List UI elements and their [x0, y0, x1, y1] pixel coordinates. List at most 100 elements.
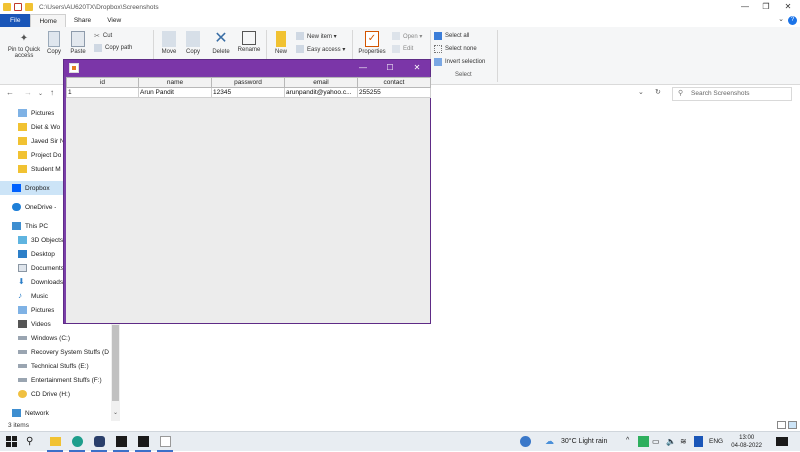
forward-arrow-icon[interactable]: → [24, 88, 32, 97]
weather-text[interactable]: 30°C Light rain [561, 438, 607, 445]
copy-to-button[interactable]: Copy [182, 31, 204, 55]
java-app-taskbar-icon[interactable] [160, 436, 171, 447]
copy-button[interactable]: Copy [45, 31, 63, 55]
new-folder-quick-icon[interactable] [25, 3, 33, 11]
nav-item-music[interactable]: ♪ Music [0, 289, 48, 303]
copy-path-button[interactable]: Copy path [94, 44, 132, 52]
search-input[interactable]: ⚲ Search Screenshots [672, 87, 792, 101]
open-button[interactable]: Open ▾ [392, 32, 422, 40]
terminal-2-taskbar-icon[interactable] [138, 436, 149, 447]
java-close-button[interactable]: ✕ [404, 60, 430, 76]
properties-button[interactable]: ✓ Properties [356, 31, 388, 55]
terminal-taskbar-icon[interactable] [116, 436, 127, 447]
cell-contact[interactable]: 255255 [357, 87, 431, 98]
properties-quick-icon[interactable] [14, 3, 22, 11]
new-item-label: New item ▾ [307, 33, 337, 40]
new-item-button[interactable]: New item ▾ [296, 32, 337, 40]
nav-item-documents[interactable]: Documents [0, 261, 64, 275]
nav-item-drive-d[interactable]: Recovery System Stuffs (D [0, 345, 111, 359]
column-header-id[interactable]: id [66, 77, 139, 88]
cell-name[interactable]: Arun Pandit [138, 87, 212, 98]
nav-item-diet[interactable]: Diet & Wo [0, 120, 60, 134]
column-header-name[interactable]: name [138, 77, 212, 88]
nav-item-student[interactable]: Student M [0, 162, 61, 176]
nav-item-this-pc[interactable]: This PC [0, 219, 48, 233]
cut-button[interactable]: ✂ Cut [94, 32, 112, 40]
tab-home[interactable]: Home [30, 14, 66, 27]
java-maximize-button[interactable]: ☐ [377, 60, 403, 76]
cell-password[interactable]: 12345 [211, 87, 285, 98]
edit-button[interactable]: Edit [392, 45, 413, 53]
nav-item-drive-c[interactable]: Windows (C:) [0, 331, 70, 345]
column-header-password[interactable]: password [211, 77, 285, 88]
new-label: New [274, 49, 287, 55]
nav-item-desktop[interactable]: Desktop [0, 247, 55, 261]
help-taskbar-icon[interactable] [520, 436, 531, 447]
tray-chevron-icon[interactable]: ^ [626, 437, 629, 444]
select-all-button[interactable]: Select all [434, 32, 469, 40]
maximize-button[interactable]: ❐ [755, 0, 777, 14]
back-arrow-icon[interactable]: ← [6, 88, 14, 97]
select-none-button[interactable]: Select none [434, 45, 477, 53]
tab-share[interactable]: Share [66, 14, 99, 27]
table-row[interactable]: 1 Arun Pandit 12345 arunpandit@yahoo.c..… [66, 87, 431, 98]
nav-item-network[interactable]: Network [0, 406, 49, 420]
nav-item-videos[interactable]: Videos [0, 317, 51, 331]
recent-dropdown-icon[interactable]: ⌄ [38, 90, 43, 97]
start-windows-icon[interactable] [6, 436, 17, 447]
close-button[interactable]: ✕ [777, 0, 799, 14]
column-header-email[interactable]: email [284, 77, 358, 88]
wifi-icon[interactable]: ≋ [680, 436, 691, 447]
column-header-contact[interactable]: contact [357, 77, 431, 88]
paste-button[interactable]: Paste [68, 31, 88, 55]
java-titlebar[interactable]: — ☐ ✕ [64, 60, 430, 76]
move-to-button[interactable]: Move [158, 31, 180, 55]
user-table[interactable]: id name password email contact 1 Arun Pa… [66, 77, 431, 98]
app-taskbar-icon[interactable] [94, 436, 105, 447]
address-dropdown-icon[interactable]: ⌄ [638, 88, 644, 96]
up-arrow-icon[interactable]: ↑ [50, 88, 54, 97]
invert-selection-button[interactable]: Invert selection [434, 58, 485, 66]
tab-file[interactable]: File [0, 14, 31, 27]
nav-item-onedrive[interactable]: OneDrive - [0, 200, 56, 214]
nav-item-3d-objects[interactable]: 3D Objects [0, 233, 63, 247]
tab-view[interactable]: View [99, 14, 129, 27]
pin-quick-access-button[interactable]: ✦ Pin to Quick access [4, 33, 44, 59]
refresh-icon[interactable]: ↻ [655, 88, 661, 96]
nav-item-drive-e[interactable]: Technical Stuffs (E:) [0, 359, 89, 373]
folder-icon [18, 165, 27, 173]
nav-item-javed[interactable]: Javed Sir N [0, 134, 65, 148]
scroll-down-icon[interactable]: ⌄ [111, 409, 120, 419]
search-taskbar-icon[interactable]: ⚲ [26, 436, 37, 447]
nav-item-pictures[interactable]: Pictures [0, 106, 54, 120]
cell-id[interactable]: 1 [66, 87, 139, 98]
desktop-icon [18, 250, 27, 258]
file-explorer-taskbar-icon[interactable] [50, 437, 61, 446]
notifications-icon[interactable] [776, 437, 788, 446]
help-icon[interactable]: ? [788, 16, 797, 25]
battery-icon[interactable]: ▭ [652, 436, 663, 447]
nav-item-project[interactable]: Project Do [0, 148, 61, 162]
tray-app-2-icon[interactable] [694, 436, 703, 447]
nav-item-cd-drive[interactable]: CD Drive (H:) [0, 387, 70, 401]
minimize-button[interactable]: — [734, 0, 756, 14]
clock[interactable]: 13:00 04-08-2022 [731, 434, 762, 450]
rename-button[interactable]: Rename [236, 31, 262, 53]
nav-item-drive-f[interactable]: Entertainment Stuffs (F:) [0, 373, 102, 387]
nav-item-pictures-pc[interactable]: Pictures [0, 303, 54, 317]
collapse-ribbon-icon[interactable]: ⌄ [778, 15, 784, 23]
volume-icon[interactable]: 🔈 [666, 436, 677, 447]
nav-item-downloads[interactable]: ⬇ Downloads [0, 275, 63, 289]
rename-icon [242, 31, 256, 45]
easy-access-button[interactable]: Easy access ▾ [296, 45, 345, 53]
nav-scrollbar-thumb[interactable] [112, 325, 119, 401]
cell-email[interactable]: arunpandit@yahoo.c... [284, 87, 358, 98]
new-folder-button[interactable]: New [270, 31, 292, 55]
java-minimize-button[interactable]: — [350, 60, 376, 76]
details-view-icon[interactable] [777, 421, 786, 429]
delete-button[interactable]: ✕ Delete [208, 31, 234, 56]
tray-app-icon[interactable] [638, 436, 649, 447]
edge-browser-icon[interactable] [72, 436, 83, 447]
language-indicator[interactable]: ENG [709, 438, 723, 445]
large-icons-view-icon[interactable] [788, 421, 797, 429]
